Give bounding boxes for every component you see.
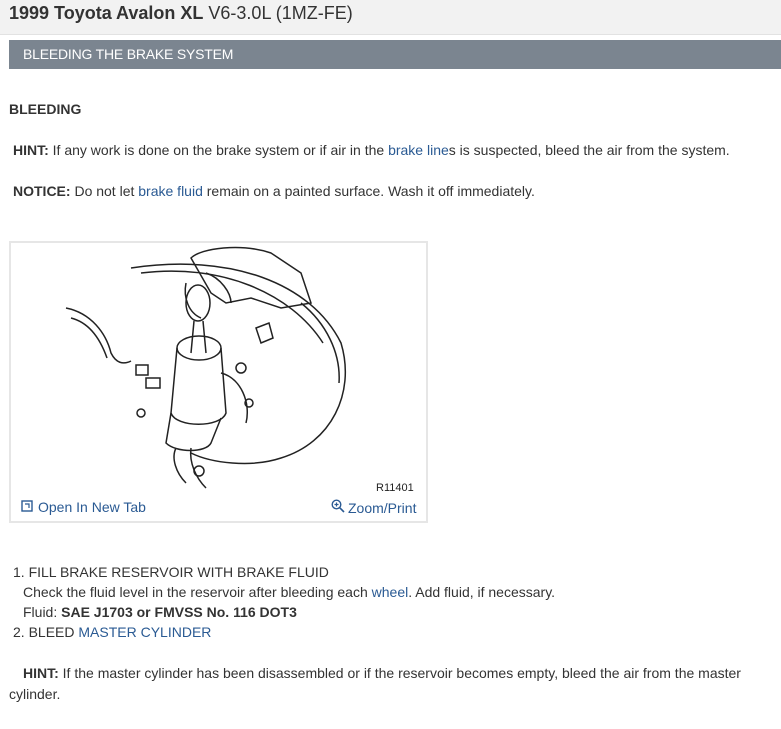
fluid-value: SAE J1703 or FMVSS No. 116 DOT3 <box>61 604 297 620</box>
open-in-new-tab-icon <box>21 499 33 515</box>
bleeding-heading: BLEEDING <box>9 101 82 117</box>
zoom-print-label: Zoom/Print <box>348 499 417 516</box>
fluid-label: Fluid: <box>23 604 62 620</box>
hint-label: HINT: <box>13 142 49 158</box>
brake-fluid-link[interactable]: brake fluid <box>138 183 203 199</box>
notice-label: NOTICE: <box>13 183 71 199</box>
magnifier-plus-icon <box>331 499 345 516</box>
step-1-detail: Check the fluid level in the reservoir a… <box>13 582 555 602</box>
step-1-text-end: . Add fluid, if necessary. <box>408 584 556 600</box>
section-header: BLEEDING THE BRAKE SYSTEM <box>9 40 781 69</box>
zoom-print-link[interactable]: Zoom/Print <box>331 499 416 516</box>
step-1-title: 1. FILL BRAKE RESERVOIR WITH BRAKE FLUID <box>13 564 329 580</box>
fluid-spec: Fluid: SAE J1703 or FMVSS No. 116 DOT3 <box>13 602 555 622</box>
hint2-label: HINT: <box>23 665 59 681</box>
step-2-prefix: 2. BLEED <box>13 624 79 640</box>
master-cylinder-link[interactable]: MASTER CYLINDER <box>78 624 211 640</box>
procedure-steps: 1. FILL BRAKE RESERVOIR WITH BRAKE FLUID… <box>13 562 555 642</box>
hint-text-start: If any work is done on the brake system … <box>48 142 389 158</box>
master-cylinder-hint: HINT: If the master cylinder has been di… <box>9 663 769 705</box>
hint-text-end: s is suspected, bleed the air from the s… <box>448 142 730 158</box>
notice-paragraph: NOTICE: Do not let brake fluid remain on… <box>13 183 535 199</box>
figure-code: R11401 <box>376 482 414 494</box>
open-in-new-tab-label: Open In New Tab <box>38 499 146 515</box>
step-1-text-start: Check the fluid level in the reservoir a… <box>23 584 372 600</box>
brake-reservoir-illustration[interactable] <box>11 243 426 491</box>
title-bar: 1999 Toyota Avalon XL V6-3.0L (1MZ-FE) <box>0 0 781 35</box>
engine-spec: V6-3.0L (1MZ-FE) <box>208 3 353 23</box>
vehicle-name: 1999 Toyota Avalon XL <box>9 3 204 23</box>
hint-paragraph: HINT: If any work is done on the brake s… <box>13 142 730 158</box>
figure-panel: R11401 Open In New Tab Zoom/Print <box>9 241 428 523</box>
wheel-link[interactable]: wheel <box>372 584 409 600</box>
notice-text-end: remain on a painted surface. Wash it off… <box>202 183 535 199</box>
step-2-title: 2. BLEED MASTER CYLINDER <box>13 622 555 642</box>
notice-text-start: Do not let <box>70 183 139 199</box>
brake-line-link[interactable]: brake line <box>388 142 449 158</box>
hint2-text: If the master cylinder has been disassem… <box>9 665 741 702</box>
vehicle-title: 1999 Toyota Avalon XL V6-3.0L (1MZ-FE) <box>9 3 353 24</box>
open-in-new-tab-link[interactable]: Open In New Tab <box>21 499 146 515</box>
